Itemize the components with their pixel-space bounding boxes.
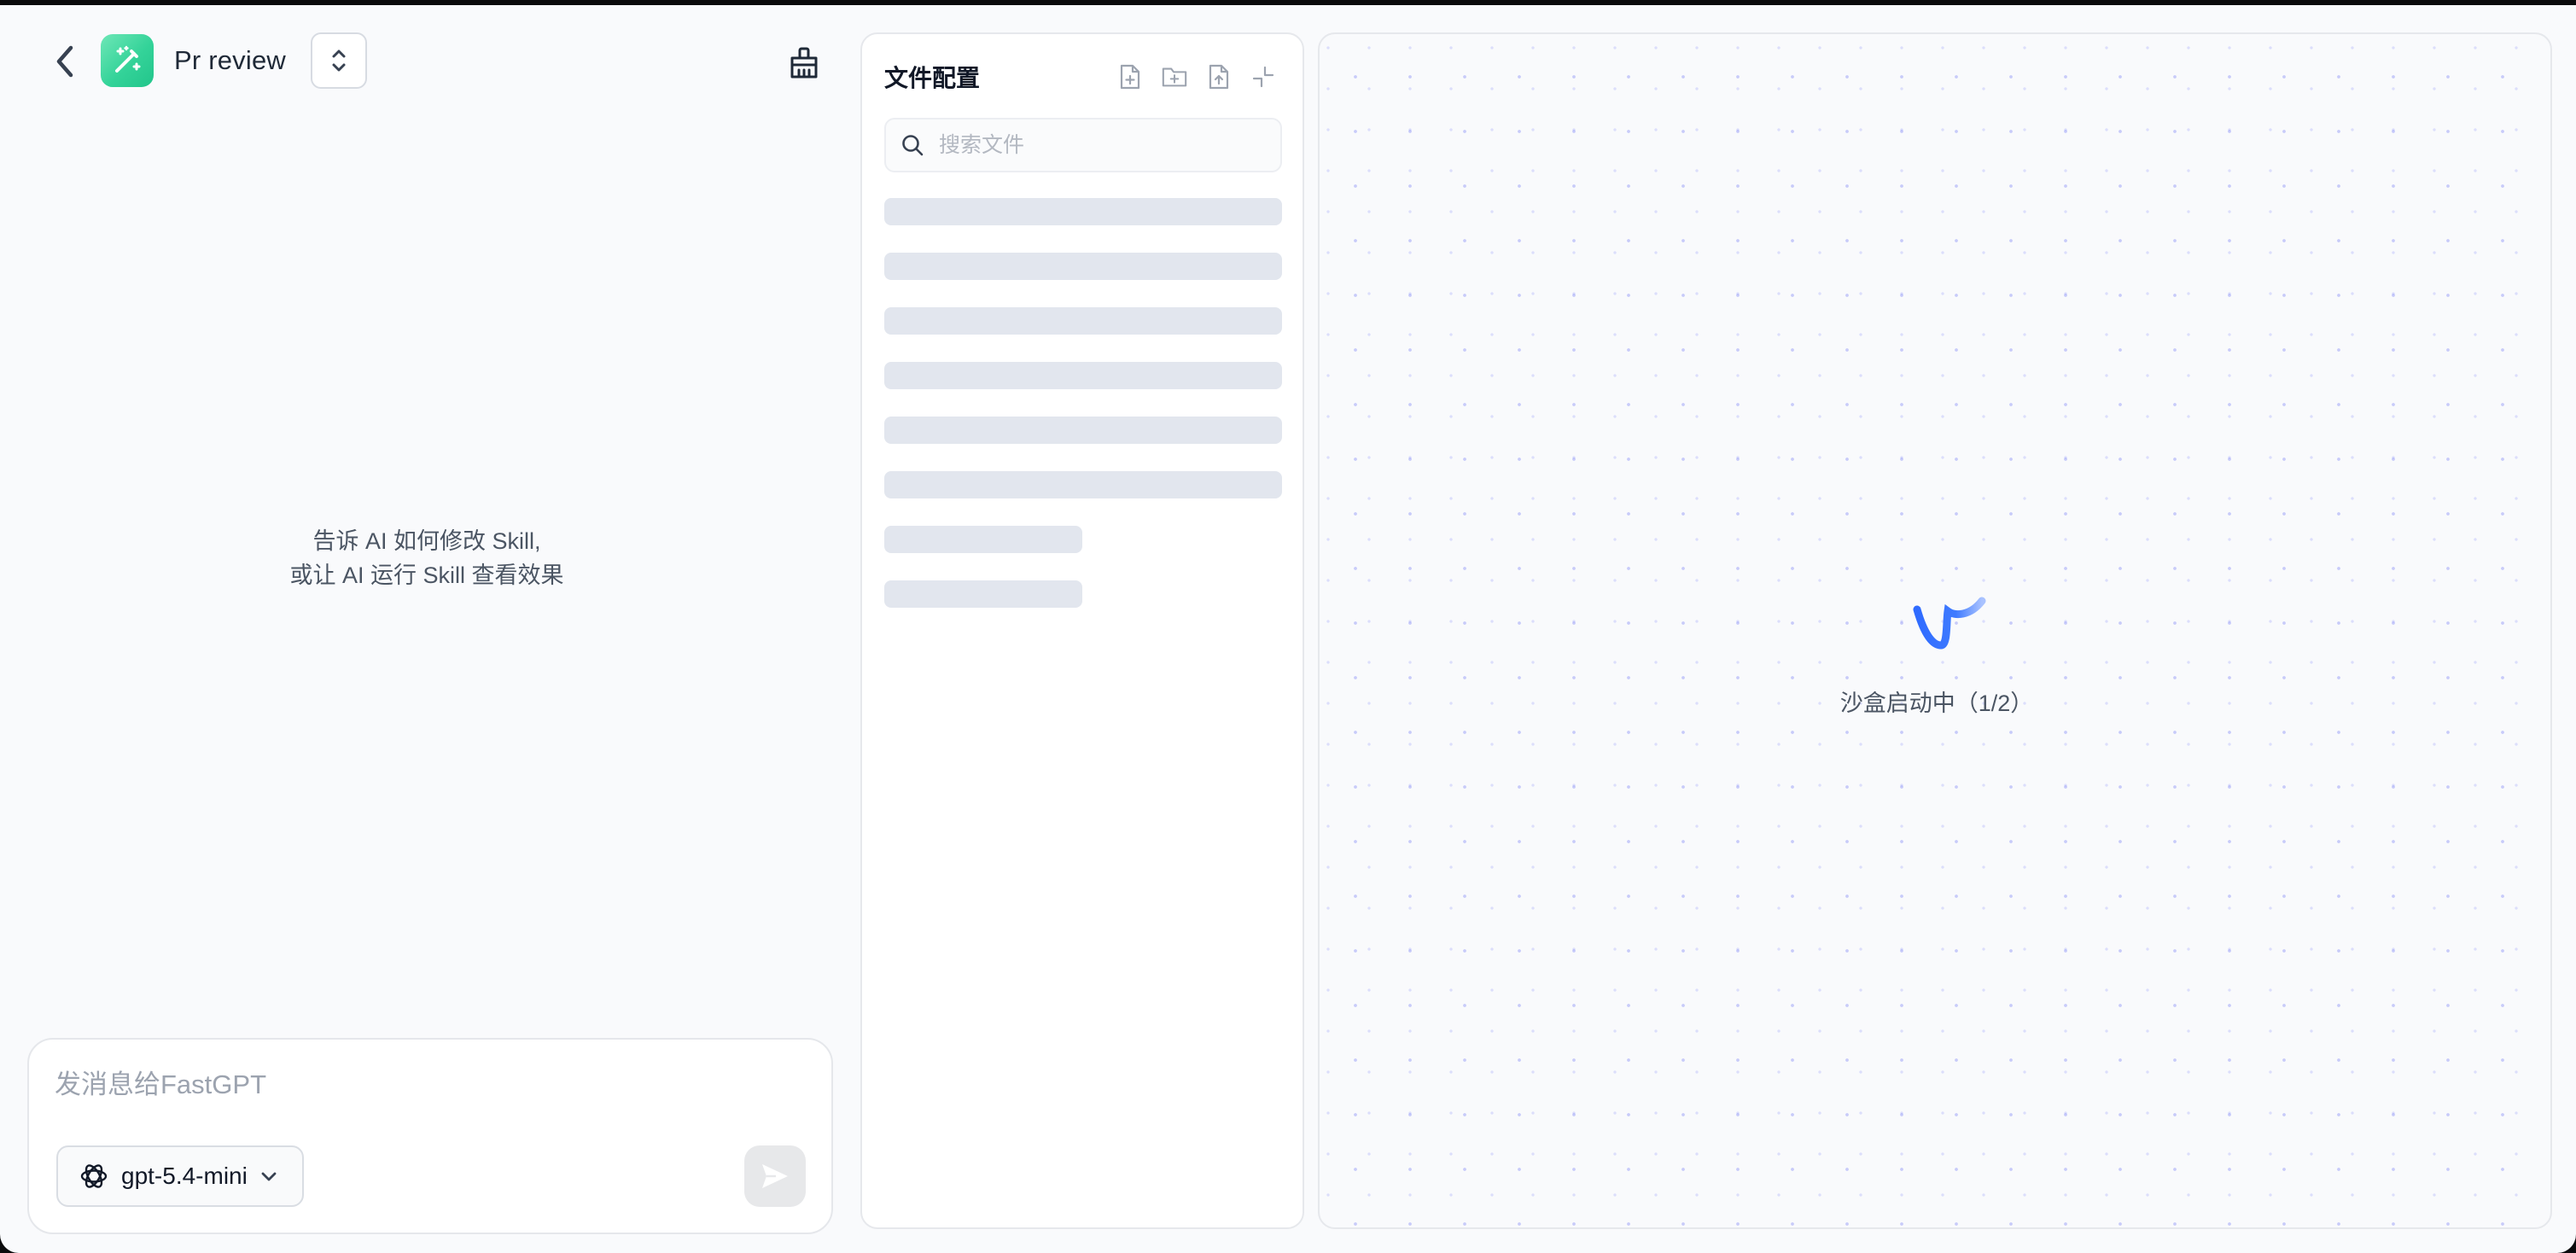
loading-skeleton-row [884, 471, 1282, 498]
message-composer: gpt-5.4-mini [27, 1038, 833, 1234]
loading-spinner-icon [1913, 597, 1986, 650]
chevron-up-down-icon [332, 50, 346, 72]
send-button[interactable] [744, 1145, 806, 1207]
new-folder-button[interactable] [1161, 61, 1188, 92]
loading-skeleton-row [884, 362, 1282, 389]
loading-skeleton-row [884, 198, 1282, 225]
hint-line-2: 或让 AI 运行 Skill 查看效果 [289, 562, 564, 588]
broom-icon [790, 47, 818, 79]
send-icon [762, 1164, 788, 1188]
app-title: Pr review [174, 45, 286, 75]
model-label: gpt-5.4-mini [121, 1163, 248, 1189]
message-input[interactable] [55, 1064, 789, 1106]
sandbox-status: 沙盒启动中（1/2） [1839, 691, 2034, 716]
search-icon [886, 119, 939, 171]
loading-skeleton-row [884, 307, 1282, 335]
upload-file-button[interactable] [1205, 61, 1233, 92]
upload-file-icon [1209, 64, 1229, 90]
collapse-panel-button[interactable] [1250, 61, 1277, 92]
skill-editor-window: Pr review 告诉 AI 如何修改 Skill, 或让 AI 运行 Ski… [0, 5, 2576, 1253]
file-panel-title: 文件配置 [884, 65, 981, 91]
sandbox-preview: 沙盒启动中（1/2） [1318, 32, 2552, 1229]
back-button[interactable] [46, 43, 84, 80]
chevron-down-icon [261, 1172, 277, 1181]
empty-chat-hint: 告诉 AI 如何修改 Skill, 或让 AI 运行 Skill 查看效果 [0, 524, 854, 592]
file-toolbar [1116, 61, 1277, 92]
loading-skeleton-row [884, 526, 1082, 553]
new-folder-icon [1162, 67, 1187, 87]
collapse-icon [1252, 66, 1274, 88]
model-selector[interactable]: gpt-5.4-mini [56, 1145, 304, 1207]
file-search [884, 118, 1282, 172]
loading-skeleton-row [884, 580, 1082, 608]
file-search-input[interactable] [939, 132, 1263, 158]
hint-line-1: 告诉 AI 如何修改 Skill, [312, 528, 541, 554]
chevron-left-icon [56, 45, 73, 78]
loading-skeleton-row [884, 253, 1282, 280]
switch-app-button[interactable] [311, 32, 367, 89]
new-file-button[interactable] [1116, 61, 1144, 92]
magic-wand-icon [115, 45, 141, 73]
file-config-panel: 文件配置 [860, 32, 1304, 1229]
app-icon [101, 34, 154, 87]
clear-chat-button[interactable] [784, 43, 825, 84]
new-file-icon [1120, 64, 1140, 90]
openai-icon [80, 1164, 108, 1188]
chat-panel: Pr review 告诉 AI 如何修改 Skill, 或让 AI 运行 Ski… [0, 5, 854, 1253]
loading-skeleton-row [884, 417, 1282, 444]
